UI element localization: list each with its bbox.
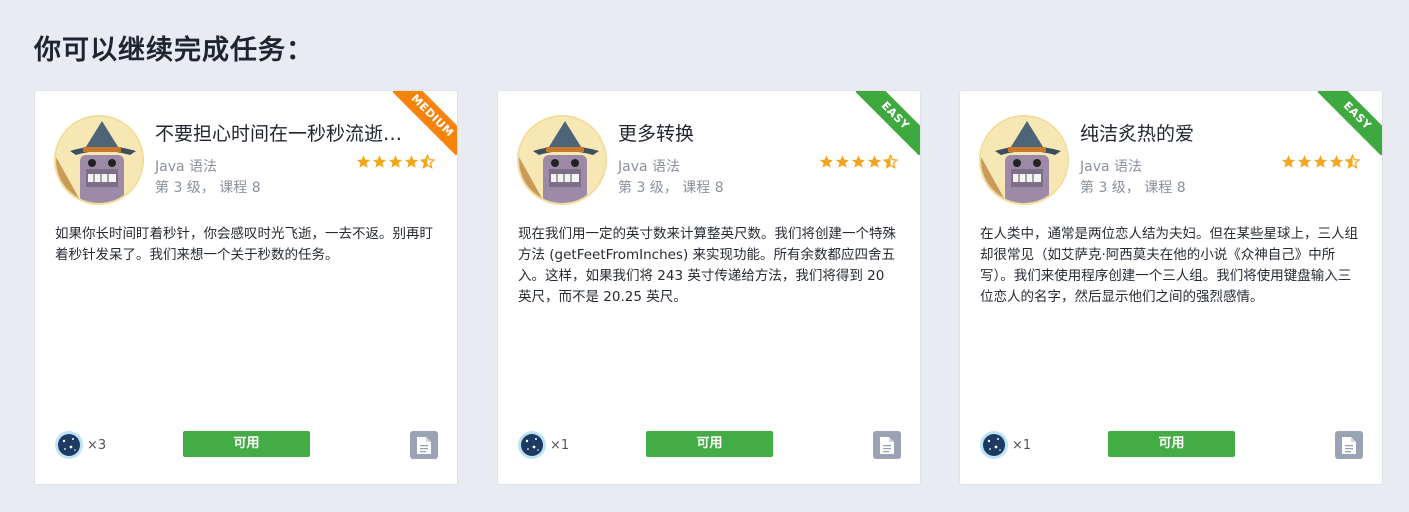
half-star-icon	[1345, 154, 1360, 169]
bonus-count: ×1	[1012, 437, 1032, 453]
task-card[interactable]: EASY 纯洁炙热的爱 Java 语法 第 3 级， 课程 8 在人类中，通常是…	[959, 90, 1383, 485]
star-icon	[851, 155, 866, 168]
rating-stars	[356, 154, 435, 169]
star-icon	[1313, 155, 1328, 168]
half-star-icon	[883, 154, 898, 169]
task-level: 第 3 级， 课程 8	[1080, 180, 1186, 196]
task-title[interactable]: 纯洁炙热的爱	[1080, 119, 1348, 146]
task-description: 现在我们用一定的英寸数来计算整英尺数。我们将创建一个特殊方法 (getFeetF…	[518, 226, 896, 305]
document-button[interactable]	[1335, 431, 1363, 459]
star-icon	[819, 155, 834, 168]
task-subject: Java 语法	[155, 159, 218, 175]
task-card[interactable]: MEDIUM 不要担心时间在一秒秒流逝… Java 语法 第 3 级， 课程 8	[34, 90, 458, 485]
bonus: ×3	[54, 430, 106, 460]
star-icon	[356, 155, 371, 168]
document-icon	[880, 436, 894, 454]
bonus-count: ×1	[550, 437, 570, 453]
star-icon	[372, 155, 387, 168]
available-button[interactable]: 可用	[1108, 431, 1235, 457]
available-button[interactable]: 可用	[183, 431, 310, 457]
task-title[interactable]: 更多转换	[618, 119, 886, 146]
star-icon	[835, 155, 850, 168]
tasks-page: 你可以继续完成任务： MEDIUM 不要担心时间在一秒秒流逝… Java 语法 …	[0, 0, 1409, 512]
page-title: 你可以继续完成任务：	[34, 35, 314, 66]
star-icon	[404, 155, 419, 168]
robot-avatar-icon	[517, 115, 607, 205]
rating-stars	[1281, 154, 1360, 169]
document-icon	[1342, 436, 1356, 454]
robot-avatar-icon	[979, 115, 1069, 205]
bonus-count: ×3	[87, 437, 107, 453]
dark-matter-icon	[980, 431, 1008, 459]
star-icon	[1281, 155, 1296, 168]
dark-matter-icon	[518, 431, 546, 459]
document-button[interactable]	[410, 431, 438, 459]
star-icon	[1329, 155, 1344, 168]
available-button[interactable]: 可用	[646, 431, 773, 457]
task-description: 在人类中，通常是两位恋人结为夫妇。但在某些星球上，三人组却很常见（如艾萨克·阿西…	[980, 226, 1358, 305]
task-level: 第 3 级， 课程 8	[155, 180, 261, 196]
bonus: ×1	[979, 430, 1031, 460]
task-subject: Java 语法	[618, 159, 681, 175]
dark-matter-icon	[55, 431, 83, 459]
star-icon	[388, 155, 403, 168]
task-card[interactable]: EASY 更多转换 Java 语法 第 3 级， 课程 8 现在我们用一定的英寸…	[497, 90, 921, 485]
task-subject: Java 语法	[1080, 159, 1143, 175]
task-title[interactable]: 不要担心时间在一秒秒流逝…	[155, 119, 423, 146]
half-star-icon	[420, 154, 435, 169]
star-icon	[1297, 155, 1312, 168]
robot-avatar-icon	[54, 115, 144, 205]
bonus: ×1	[517, 430, 569, 460]
star-icon	[867, 155, 882, 168]
document-icon	[417, 436, 431, 454]
rating-stars	[819, 154, 898, 169]
task-description: 如果你长时间盯着秒针，你会感叹时光飞逝，一去不返。别再盯着秒针发呆了。我们来想一…	[55, 226, 433, 263]
task-level: 第 3 级， 课程 8	[618, 180, 724, 196]
document-button[interactable]	[873, 431, 901, 459]
